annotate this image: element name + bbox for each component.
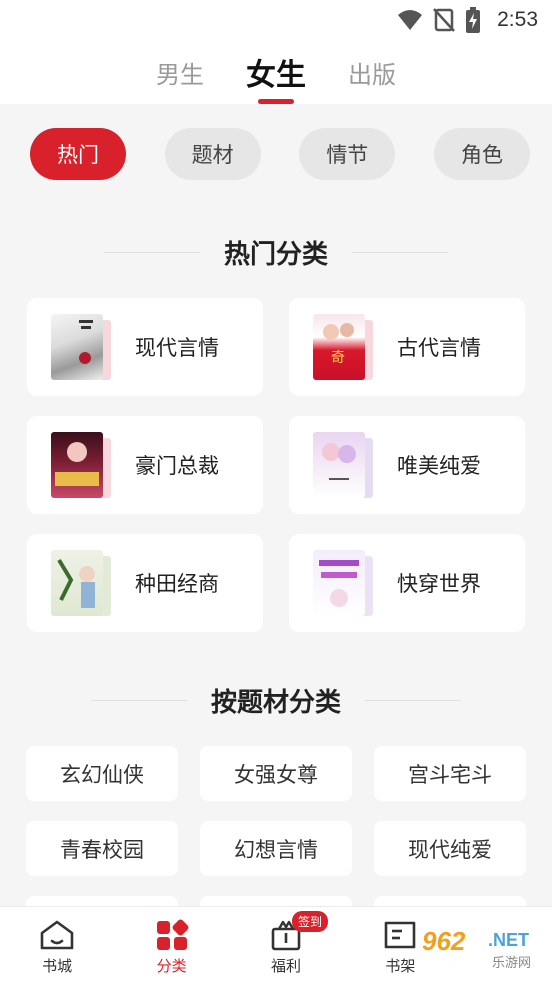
sign-in-badge[interactable]: 签到 — [291, 911, 328, 932]
watermark-number: 962 — [422, 926, 466, 956]
tag-item[interactable]: 幻想言情 — [200, 821, 352, 876]
watermark-text: 乐游网 — [492, 956, 532, 971]
chip-plot[interactable]: 情节 — [299, 128, 396, 180]
filter-chips: 热门 题材 情节 角色 — [30, 128, 530, 182]
divider — [103, 251, 200, 253]
chip-role[interactable]: 角色 — [433, 128, 530, 180]
nav-category[interactable]: 分类 — [132, 919, 212, 976]
wifi-icon — [398, 10, 423, 30]
battery-charging-icon — [466, 7, 481, 33]
nav-label: 书架 — [385, 957, 416, 975]
theme-tag-grid: 玄幻仙侠 女强女尊 宫斗宅斗 青春校园 幻想言情 现代纯爱 — [26, 746, 526, 908]
hot-category-grid: 现代言情 奇 古代言情 豪门总裁 唯美纯爱 种田经商 快穿世界 — [27, 298, 525, 632]
svg-text:奇: 奇 — [331, 349, 345, 366]
no-signal-icon — [433, 8, 456, 32]
divider — [365, 699, 461, 701]
tab-publishing[interactable]: 出版 — [348, 55, 396, 90]
bookshelf-icon — [385, 921, 416, 949]
nav-label: 书城 — [42, 957, 73, 975]
category-label: 种田经商 — [135, 572, 219, 596]
book-cover-ceo-icon — [51, 432, 111, 498]
status-time: 2:53 — [497, 8, 538, 31]
nav-label: 分类 — [156, 957, 187, 975]
category-label: 现代言情 — [135, 336, 219, 360]
active-tab-indicator — [258, 99, 294, 104]
tab-male[interactable]: 男生 — [156, 55, 204, 90]
category-label: 快穿世界 — [397, 572, 481, 596]
chip-theme[interactable]: 题材 — [164, 128, 261, 180]
nav-welfare[interactable]: 签到 福利 — [246, 911, 328, 976]
section-title: 按题材分类 — [210, 687, 341, 718]
category-card-modern-romance[interactable]: 现代言情 — [27, 298, 263, 396]
theme-section-heading: 按题材分类 — [0, 680, 552, 720]
category-label: 唯美纯爱 — [397, 454, 481, 478]
category-label: 古代言情 — [397, 336, 481, 360]
tab-female[interactable]: 女生 — [246, 50, 306, 104]
book-cover-modern-romance-icon — [51, 314, 111, 380]
tag-item[interactable]: 青春校园 — [26, 821, 178, 876]
tag-item[interactable]: 玄幻仙侠 — [26, 746, 178, 801]
tag-item[interactable]: 现代纯爱 — [374, 821, 526, 876]
category-card-pure-love[interactable]: 唯美纯爱 — [289, 416, 525, 514]
category-card-farming[interactable]: 种田经商 — [27, 534, 263, 632]
tag-item[interactable]: 女强女尊 — [200, 746, 352, 801]
divider — [90, 699, 187, 701]
divider — [352, 251, 448, 253]
category-label: 豪门总裁 — [135, 454, 219, 478]
book-cover-ancient-romance-icon: 奇 — [313, 314, 373, 380]
status-bar: 2:53 — [0, 0, 552, 40]
gender-tabs: 男生 女生 出版 — [0, 40, 552, 104]
category-card-ancient-romance[interactable]: 奇 古代言情 — [289, 298, 525, 396]
nav-label: 福利 — [270, 957, 301, 975]
tag-item[interactable]: 宫斗宅斗 — [374, 746, 526, 801]
nav-bookstore[interactable]: 书城 — [17, 919, 97, 976]
section-title: 热门分类 — [223, 239, 328, 270]
category-card-ceo[interactable]: 豪门总裁 — [27, 416, 263, 514]
book-cover-farming-icon — [51, 550, 111, 616]
watermark-suffix: .NET — [488, 930, 530, 950]
category-card-quick-transmigration[interactable]: 快穿世界 — [289, 534, 525, 632]
site-watermark: 962 .NET 乐游网 — [416, 922, 548, 972]
book-cover-pure-love-icon — [313, 432, 373, 498]
category-icon — [156, 919, 189, 950]
chip-hot[interactable]: 热门 — [30, 128, 126, 180]
book-cover-quick-transmigration-icon — [313, 550, 373, 616]
hot-section-heading: 热门分类 — [0, 232, 552, 272]
bookstore-icon — [40, 920, 74, 950]
